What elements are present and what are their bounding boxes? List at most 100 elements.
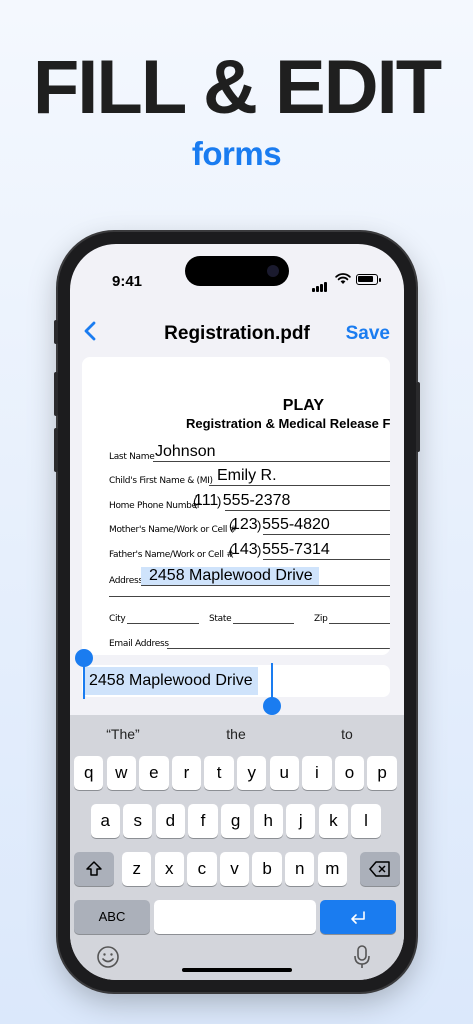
- field-label-state: State: [209, 614, 232, 624]
- field-label: Last Name: [109, 452, 155, 462]
- field-value-mother[interactable]: 123 555-4820: [231, 516, 330, 534]
- power-button: [416, 382, 420, 452]
- form-row-father: Father's Name/Work or Cell # ( ) 143 555…: [109, 540, 390, 560]
- form-row-home-phone: Home Phone Number ( ) 111 555-2378: [109, 491, 390, 511]
- suggestion-bar: “The” the to: [70, 715, 404, 755]
- field-label: Mother's Name/Work or Cell #: [109, 525, 237, 535]
- subhead: forms: [191, 135, 282, 172]
- suggestion-3[interactable]: to: [292, 726, 402, 742]
- key-h[interactable]: h: [253, 804, 283, 838]
- field-value-father[interactable]: 143 555-7314: [231, 541, 330, 559]
- phone-frame: 9:41 Registration.pdf Save PLAY Registra…: [54, 232, 420, 992]
- form-row-address-2: [109, 577, 390, 597]
- field-label: Child's First Name & (MI): [109, 476, 213, 486]
- battery-icon: [356, 274, 381, 285]
- key-f[interactable]: f: [188, 804, 218, 838]
- action-button: [54, 320, 58, 344]
- suggestion-2[interactable]: the: [181, 726, 291, 742]
- field-line-state: [233, 623, 294, 624]
- key-m[interactable]: m: [317, 852, 347, 886]
- key-j[interactable]: j: [286, 804, 316, 838]
- form-row-mother: Mother's Name/Work or Cell # ( ) 123 555…: [109, 515, 390, 535]
- form-row-email: Email Address: [109, 629, 390, 649]
- field-line: [263, 559, 390, 560]
- return-key[interactable]: [320, 900, 396, 934]
- field-value-first-name[interactable]: Emily R.: [217, 467, 277, 485]
- key-s[interactable]: s: [123, 804, 153, 838]
- selection-start-knob[interactable]: [75, 649, 93, 667]
- field-label: Email Address: [109, 639, 169, 649]
- shift-key[interactable]: [74, 852, 114, 886]
- text-edit-field[interactable]: 2458 Maplewood Drive: [82, 665, 390, 697]
- document-title: PLAY: [282, 397, 324, 414]
- field-line-city: [127, 623, 199, 624]
- key-c[interactable]: c: [187, 852, 217, 886]
- key-y[interactable]: y: [237, 756, 267, 790]
- volume-up-button: [54, 372, 58, 416]
- backspace-icon: [369, 861, 390, 877]
- key-u[interactable]: u: [269, 756, 299, 790]
- key-x[interactable]: x: [154, 852, 184, 886]
- key-d[interactable]: d: [155, 804, 186, 838]
- key-n[interactable]: n: [285, 852, 315, 886]
- form-row-first-name: Child's First Name & (MI) Emily R.: [109, 466, 390, 486]
- key-l[interactable]: l: [351, 804, 381, 838]
- selection-end-handle[interactable]: [271, 663, 273, 699]
- field-line-zip: [329, 623, 390, 624]
- key-b[interactable]: b: [252, 852, 282, 886]
- shift-icon: [86, 861, 102, 876]
- field-value-last-name[interactable]: Johnson: [155, 443, 216, 461]
- status-time: 9:41: [112, 273, 143, 290]
- key-t[interactable]: t: [204, 756, 234, 790]
- key-r[interactable]: r: [171, 756, 202, 790]
- keyboard: “The” the to ABC q w e r t y u i o p a s…: [70, 715, 404, 980]
- field-value-home-phone[interactable]: 111 555-2378: [194, 492, 290, 510]
- field-line: [109, 596, 390, 597]
- status-bar: 9:41: [70, 244, 404, 298]
- return-icon: [351, 911, 365, 924]
- emoji-icon[interactable]: [96, 945, 120, 969]
- home-indicator: [182, 968, 292, 972]
- screen: 9:41 Registration.pdf Save PLAY Registra…: [70, 244, 404, 980]
- wifi-icon: [335, 273, 351, 284]
- key-k[interactable]: k: [318, 804, 349, 838]
- document-subtitle: Registration & Medical Release F: [186, 416, 390, 431]
- key-g[interactable]: g: [220, 804, 251, 838]
- edit-field-value[interactable]: 2458 Maplewood Drive: [84, 667, 258, 695]
- volume-down-button: [54, 428, 58, 472]
- pdf-document: PLAY Registration & Medical Release F La…: [82, 357, 390, 655]
- field-label-zip: Zip: [314, 614, 328, 624]
- field-line: [167, 648, 390, 649]
- field-line: [209, 485, 390, 486]
- field-line: [263, 534, 390, 535]
- camera-icon: [267, 265, 279, 277]
- key-o[interactable]: o: [334, 756, 365, 790]
- key-q[interactable]: q: [74, 756, 104, 790]
- selection-end-knob[interactable]: [263, 697, 281, 715]
- field-label: Father's Name/Work or Cell #: [109, 550, 234, 560]
- key-z[interactable]: z: [122, 852, 152, 886]
- key-e[interactable]: e: [139, 756, 169, 790]
- key-p[interactable]: p: [367, 756, 397, 790]
- key-i[interactable]: i: [302, 756, 332, 790]
- signal-icon: [312, 274, 328, 292]
- abc-key[interactable]: ABC: [74, 900, 150, 934]
- microphone-icon[interactable]: [350, 944, 374, 970]
- backspace-key[interactable]: [360, 852, 400, 886]
- selection-start-handle[interactable]: [83, 663, 85, 699]
- save-button[interactable]: Save: [346, 323, 390, 345]
- field-label-city: City: [109, 614, 126, 624]
- form-row-city-state-zip: City State Zip: [109, 604, 390, 624]
- form-row-last-name: Last Name Johnson: [109, 442, 390, 462]
- headline: FILL & EDIT: [32, 45, 442, 130]
- dynamic-island: [185, 256, 289, 286]
- field-line: [225, 510, 390, 511]
- field-line: [153, 461, 390, 462]
- suggestion-1[interactable]: “The”: [70, 726, 178, 742]
- key-w[interactable]: w: [106, 756, 136, 790]
- field-label: Home Phone Number: [109, 501, 201, 511]
- navigation-bar: Registration.pdf Save: [70, 310, 404, 354]
- space-key[interactable]: [154, 900, 316, 934]
- key-v[interactable]: v: [219, 852, 250, 886]
- key-a[interactable]: a: [90, 804, 120, 838]
